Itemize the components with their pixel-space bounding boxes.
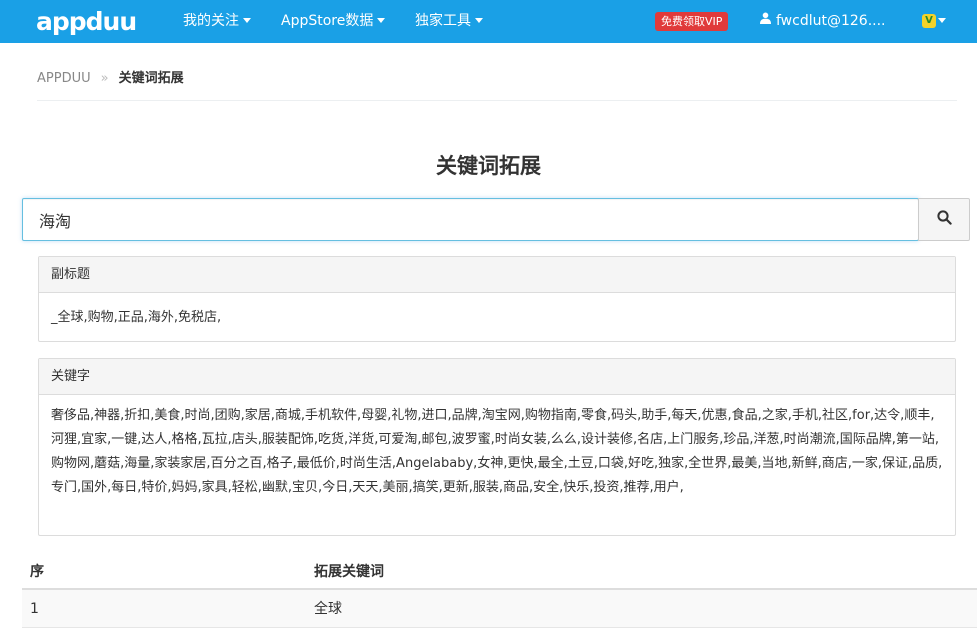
nav-menu-label: 独家工具 bbox=[415, 13, 471, 29]
breadcrumb-divider bbox=[37, 100, 957, 101]
expanded-keywords-table: 序 拓展关键词 1 全球 bbox=[22, 554, 977, 628]
top-navbar: appduu 我的关注 AppStore数据 独家工具 免费领取VIP fwcd… bbox=[0, 0, 977, 43]
nav-menu-exclusive-tools[interactable]: 独家工具 bbox=[415, 0, 483, 43]
user-menu[interactable]: fwcdlut@126.... bbox=[760, 0, 886, 43]
search-button[interactable] bbox=[918, 198, 970, 241]
table-cell-keyword[interactable]: 全球 bbox=[314, 590, 342, 628]
keyword-search-input[interactable] bbox=[22, 198, 919, 241]
search-icon bbox=[936, 210, 952, 229]
subtitle-panel-content: _全球,购物,正品,海外,免税店, bbox=[51, 310, 222, 325]
caret-down-icon bbox=[377, 17, 386, 23]
nav-menu-my-follow[interactable]: 我的关注 bbox=[183, 0, 251, 43]
nav-menu-appstore-data[interactable]: AppStore数据 bbox=[281, 0, 386, 43]
free-vip-badge[interactable]: 免费领取VIP bbox=[655, 12, 729, 31]
nav-menu-label: 我的关注 bbox=[183, 13, 239, 29]
breadcrumb-home-link[interactable]: APPDUU bbox=[37, 71, 91, 86]
caret-down-icon bbox=[938, 17, 946, 23]
subtitle-panel: 副标题 _全球,购物,正品,海外,免税店, bbox=[38, 256, 956, 342]
breadcrumb-separator: » bbox=[100, 71, 109, 86]
keywords-panel: 关键字 奢侈品,神器,折扣,美食,时尚,团购,家居,商城,手机软件,母婴,礼物,… bbox=[38, 358, 956, 536]
table-cell-seq: 1 bbox=[30, 601, 39, 617]
appduu-logo[interactable]: appduu bbox=[36, 7, 137, 36]
table-header-row: 序 拓展关键词 bbox=[22, 554, 977, 590]
keywords-panel-heading: 关键字 bbox=[39, 359, 955, 395]
caret-down-icon bbox=[243, 17, 251, 23]
user-email: fwcdlut@126.... bbox=[776, 13, 886, 29]
table-row: 1 全球 bbox=[22, 590, 977, 628]
user-icon bbox=[760, 0, 771, 41]
logo-text: appduu bbox=[36, 7, 137, 36]
breadcrumb: APPDUU » 关键词拓展 bbox=[37, 67, 184, 86]
subtitle-panel-heading: 副标题 bbox=[39, 257, 955, 293]
table-header-keyword: 拓展关键词 bbox=[314, 564, 384, 580]
vip-menu-caret[interactable] bbox=[938, 0, 946, 43]
keywords-panel-content: 奢侈品,神器,折扣,美食,时尚,团购,家居,商城,手机软件,母婴,礼物,进口,品… bbox=[51, 408, 943, 495]
table-header-seq: 序 bbox=[30, 564, 44, 580]
page-title: 关键词拓展 bbox=[436, 154, 541, 178]
caret-down-icon bbox=[475, 17, 483, 23]
breadcrumb-current: 关键词拓展 bbox=[118, 71, 184, 86]
vip-level-icon[interactable]: V bbox=[922, 14, 936, 28]
nav-menu-label: AppStore数据 bbox=[281, 13, 374, 29]
